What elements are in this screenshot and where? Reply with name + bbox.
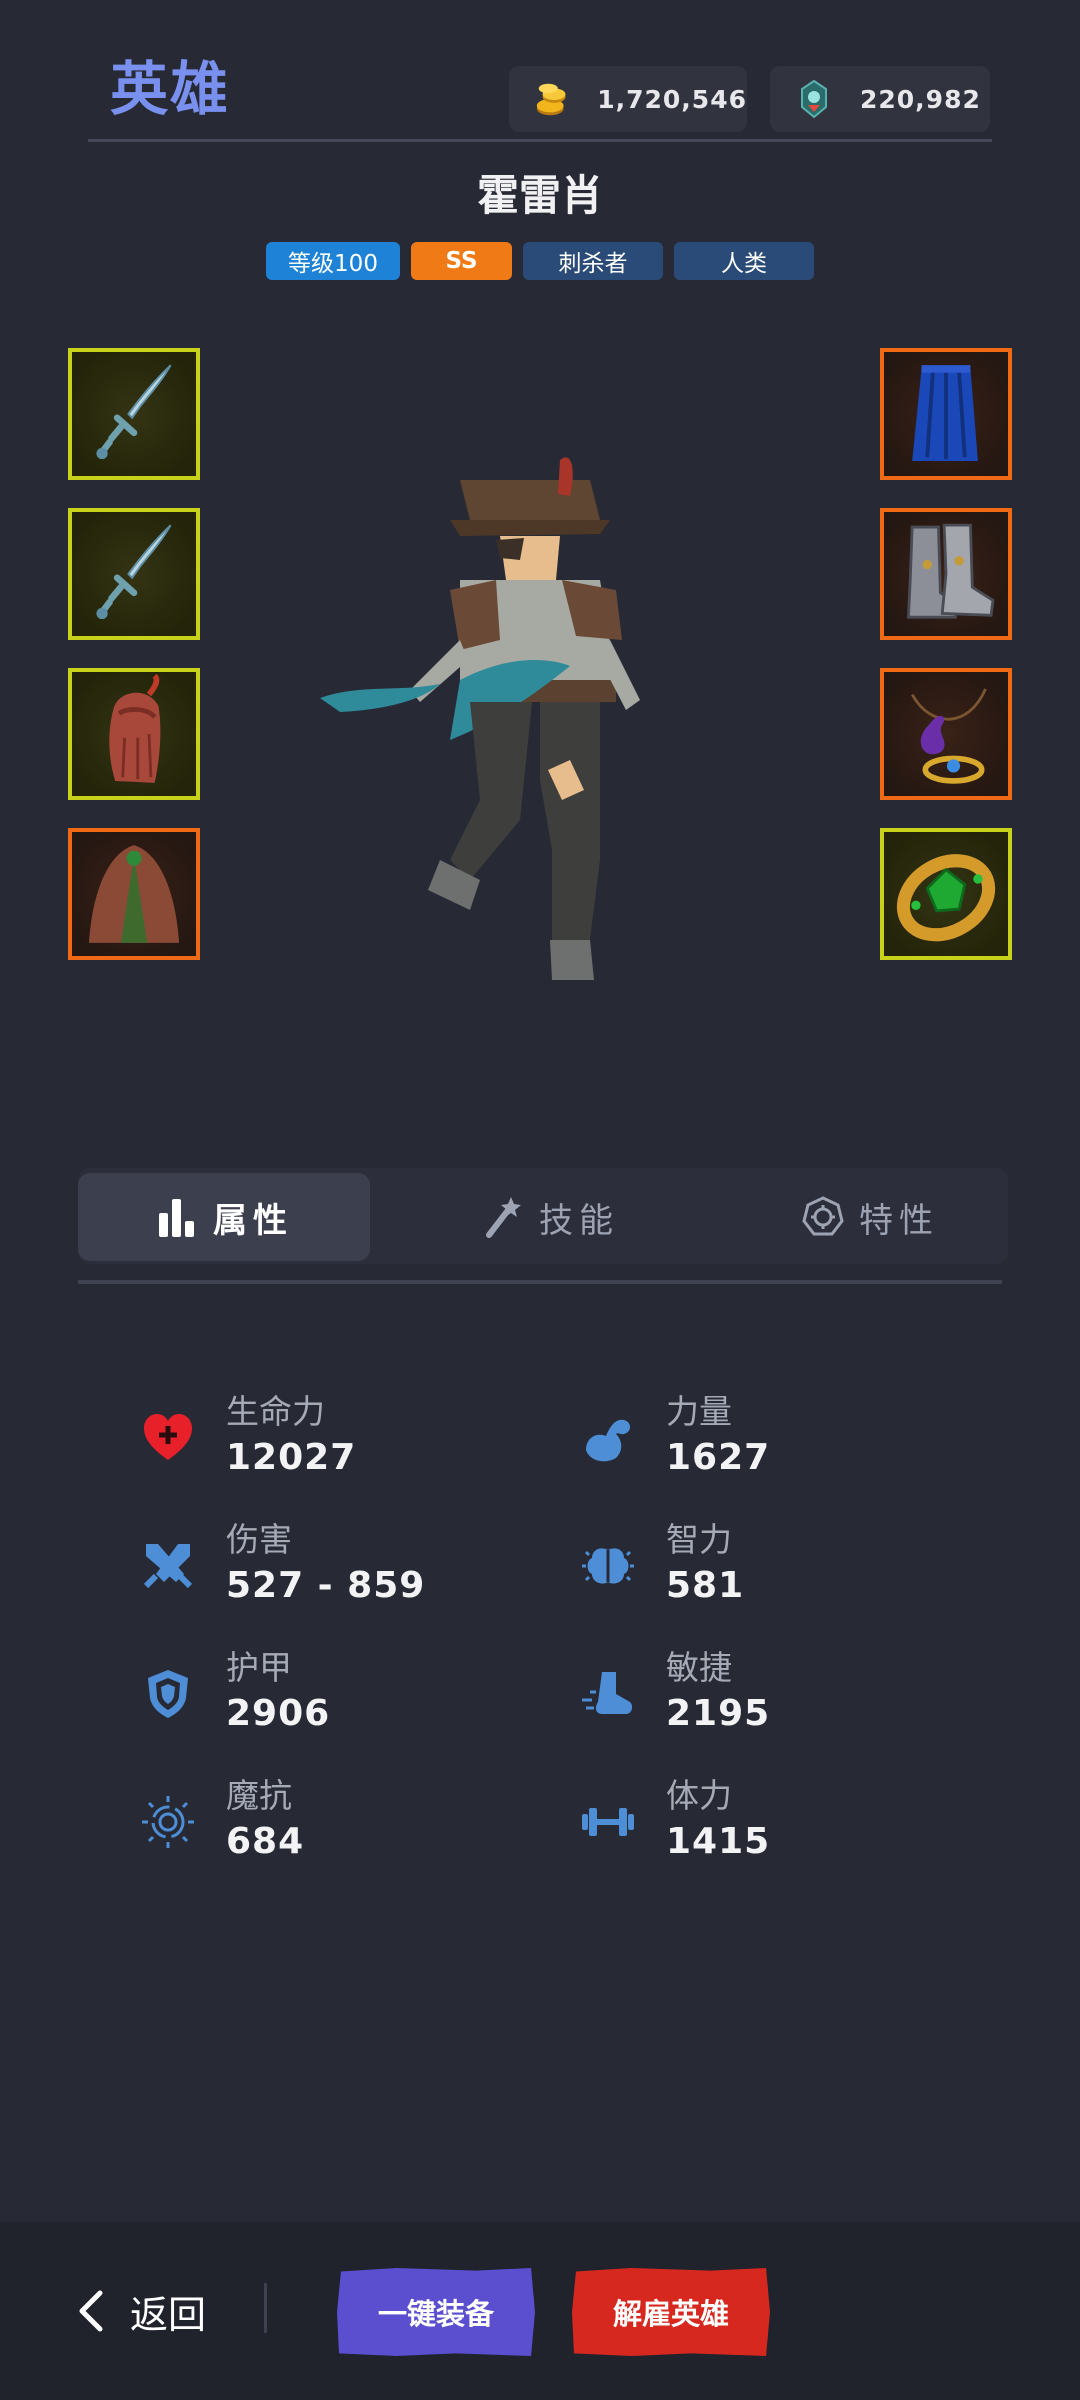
boots-icon	[906, 523, 995, 619]
magic-wand-icon	[486, 1197, 521, 1238]
stat-label: 力量	[666, 1392, 732, 1431]
cape-icon	[912, 365, 978, 461]
bar-chart-icon	[159, 1199, 194, 1237]
ring-icon	[896, 854, 996, 942]
tabs-divider	[78, 1280, 1002, 1284]
strength-icon	[586, 1419, 630, 1462]
heart-icon	[144, 1414, 192, 1460]
stat-label: 护甲	[226, 1648, 292, 1687]
hero-name: 霍雷肖	[476, 171, 603, 220]
equip-slot-weapon-off[interactable]	[68, 508, 200, 640]
stat-value: 2195	[666, 1693, 771, 1734]
stat-label: 生命力	[226, 1392, 325, 1431]
equip-slot-back[interactable]	[880, 348, 1012, 480]
stat-value: 1627	[666, 1437, 771, 1478]
role-badge: 刺杀者	[523, 242, 663, 280]
equip-slot-head[interactable]	[68, 668, 200, 800]
shield-icon	[148, 1670, 188, 1718]
stat-stamina: 体力 1415	[580, 1774, 770, 1866]
stat-damage: 伤害 527 - 859	[140, 1518, 425, 1610]
gold-amount: 1,720,546	[597, 84, 747, 114]
hero-portrait[interactable]	[300, 440, 760, 1010]
magic-resist-icon	[142, 1796, 194, 1848]
dumbbell-icon	[582, 1808, 634, 1836]
gold-counter[interactable]: 1,720,546	[509, 66, 747, 132]
equip-slot-neck[interactable]	[880, 668, 1012, 800]
tab-attributes[interactable]: 属性	[78, 1173, 370, 1261]
equip-slot-weapon-main[interactable]	[68, 348, 200, 480]
header-divider	[88, 139, 992, 142]
brain-icon	[582, 1548, 634, 1584]
gem-counter[interactable]: 220,982	[770, 66, 990, 132]
gem-amount: 220,982	[860, 84, 981, 114]
stat-value: 581	[666, 1565, 745, 1606]
back-button[interactable]: 返回	[74, 2270, 206, 2352]
stat-value: 684	[226, 1821, 305, 1862]
race-badge: 人类	[674, 242, 814, 280]
trait-icon	[802, 1196, 844, 1236]
dismiss-hero-button[interactable]: 解雇英雄	[572, 2268, 770, 2356]
stat-intelligence: 智力 581	[580, 1518, 744, 1610]
stat-strength: 力量 1627	[580, 1390, 770, 1482]
stat-value: 2906	[226, 1693, 331, 1734]
back-label: 返回	[130, 2292, 207, 2337]
equip-slot-feet[interactable]	[880, 508, 1012, 640]
gold-coins-icon	[536, 83, 566, 116]
hero-tags: 等级100 SS 刺杀者 人类	[0, 242, 1080, 280]
equip-slot-ring[interactable]	[880, 828, 1012, 960]
footer-divider	[264, 2283, 267, 2333]
stat-value: 527 - 859	[226, 1565, 426, 1606]
sword-icon	[96, 524, 172, 620]
rank-badge: SS	[411, 242, 512, 280]
tab-skills-label: 技能	[539, 1200, 619, 1241]
stat-magic-resist: 魔抗 684	[140, 1774, 304, 1866]
tab-traits-label: 特性	[859, 1200, 939, 1241]
level-badge: 等级100	[266, 242, 400, 280]
cloak-icon	[88, 845, 180, 943]
equip-all-button[interactable]: 一键装备	[337, 2268, 535, 2356]
stat-armor: 护甲 2906	[140, 1646, 330, 1738]
agility-boot-icon	[582, 1672, 633, 1714]
amulet-icon	[910, 688, 987, 784]
stat-label: 敏捷	[666, 1648, 732, 1687]
stat-health: 生命力 12027	[140, 1390, 356, 1482]
stat-label: 体力	[666, 1776, 732, 1815]
chevron-left-icon	[79, 2290, 103, 2332]
stat-label: 智力	[666, 1520, 732, 1559]
page-title: 英雄	[110, 55, 231, 123]
tab-traits[interactable]: 特性	[720, 1173, 1020, 1261]
gem-medal-icon	[801, 79, 827, 119]
crossed-swords-icon	[143, 1544, 193, 1589]
stat-agility: 敏捷 2195	[580, 1646, 770, 1738]
sword-icon	[96, 364, 172, 460]
stat-label: 魔抗	[226, 1776, 292, 1815]
stat-value: 12027	[226, 1437, 357, 1478]
stat-value: 1415	[666, 1821, 771, 1862]
tab-attributes-label: 属性	[213, 1200, 293, 1241]
stat-label: 伤害	[226, 1520, 292, 1559]
equip-slot-chest[interactable]	[68, 828, 200, 960]
tab-skills[interactable]: 技能	[400, 1173, 700, 1261]
hood-icon	[109, 673, 161, 783]
